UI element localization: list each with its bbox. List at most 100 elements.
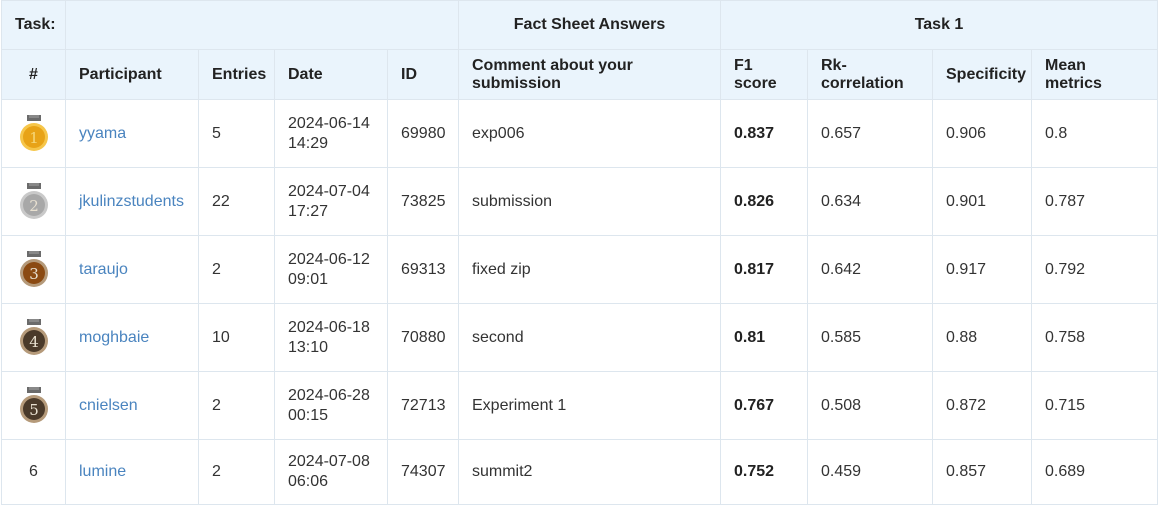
date-day: 2024-06-28 [288,386,370,404]
task1-group-header: Task 1 [720,0,1158,50]
col-mean-metrics[interactable]: Mean metrics [1031,49,1158,100]
specificity-cell: 0.906 [932,99,1032,168]
date-day: 2024-06-14 [288,114,370,132]
date-time: 09:01 [288,270,329,288]
rk-correlation-cell: 0.508 [807,371,933,440]
medal-icon: 4 [19,318,48,355]
rank-cell: 2 [1,167,66,236]
medal-icon: 3 [19,250,48,287]
date-time: 17:27 [288,202,329,220]
date-cell: 2024-06-18 13:10 [274,303,388,372]
specificity-cell: 0.872 [932,371,1032,440]
id-cell: 73825 [387,167,459,236]
participant-link[interactable]: taraujo [65,235,199,304]
f1-score-cell: 0.81 [720,303,808,372]
specificity-cell: 0.917 [932,235,1032,304]
comment-cell: submission [458,167,721,236]
date-time: 00:15 [288,406,329,424]
table-row: 2 jkulinzstudents 22 2024-07-04 17:27 73825 s… [1,167,1158,236]
comment-cell: exp006 [458,99,721,168]
specificity-cell: 0.88 [932,303,1032,372]
rank-cell: 3 [1,235,66,304]
leaderboard-table: Task: Fact Sheet Answers Task 1 # Partic… [1,0,1158,505]
col-f1-score[interactable]: F1 score [720,49,808,100]
rank-cell: 5 [1,371,66,440]
date-cell: 2024-06-28 00:15 [274,371,388,440]
table-row: 6 lumine 2 2024-07-08 06:06 74307 summit2 0.752… [1,439,1158,505]
rank-cell: 6 [1,439,66,505]
col-id[interactable]: ID [387,49,459,100]
col-rk-correlation[interactable]: Rk-correlation [807,49,933,100]
f1-score-cell: 0.817 [720,235,808,304]
id-cell: 69313 [387,235,459,304]
medal-icon: 2 [19,182,48,219]
specificity-cell: 0.857 [932,439,1032,505]
medal-icon: 5 [19,386,48,423]
date-cell: 2024-07-08 06:06 [274,439,388,505]
entries-cell: 2 [198,235,275,304]
svg-text:3: 3 [29,265,39,283]
mean-metrics-cell: 0.758 [1031,303,1158,372]
col-participant[interactable]: Participant [65,49,199,100]
rk-correlation-cell: 0.459 [807,439,933,505]
svg-text:4: 4 [29,333,39,351]
svg-text:5: 5 [29,401,39,419]
svg-text:2: 2 [29,197,39,215]
specificity-cell: 0.901 [932,167,1032,236]
task-label: Task: [1,0,66,50]
mean-metrics-cell: 0.787 [1031,167,1158,236]
col-specificity[interactable]: Specificity [932,49,1032,100]
svg-text:1: 1 [29,129,39,147]
table-row: 5 cnielsen 2 2024-06-28 00:15 72713 Experimen… [1,371,1158,440]
comment-cell: summit2 [458,439,721,505]
rank-cell: 4 [1,303,66,372]
date-day: 2024-06-12 [288,250,370,268]
f1-score-cell: 0.752 [720,439,808,505]
participant-link[interactable]: jkulinzstudents [65,167,199,236]
col-entries[interactable]: Entries [198,49,275,100]
f1-score-cell: 0.837 [720,99,808,168]
date-time: 14:29 [288,134,329,152]
f1-score-cell: 0.767 [720,371,808,440]
rank-cell: 1 [1,99,66,168]
date-day: 2024-06-18 [288,318,370,336]
rk-correlation-cell: 0.642 [807,235,933,304]
date-cell: 2024-06-14 14:29 [274,99,388,168]
participant-link[interactable]: yyama [65,99,199,168]
entries-cell: 22 [198,167,275,236]
header-spacer [65,0,459,50]
entries-cell: 2 [198,439,275,505]
comment-cell: Experiment 1 [458,371,721,440]
medal-icon: 1 [19,114,48,151]
rk-correlation-cell: 0.657 [807,99,933,168]
date-cell: 2024-07-04 17:27 [274,167,388,236]
col-comment[interactable]: Comment about your submission [458,49,721,100]
col-rank[interactable]: # [1,49,66,100]
date-time: 06:06 [288,473,329,490]
task-header-row: Task: Fact Sheet Answers Task 1 [1,0,1158,50]
participant-link[interactable]: moghbaie [65,303,199,372]
id-cell: 74307 [387,439,459,505]
date-cell: 2024-06-12 09:01 [274,235,388,304]
participant-link[interactable]: lumine [65,439,199,505]
column-header-row: # Participant Entries Date ID Comment ab… [1,49,1158,100]
comment-cell: second [458,303,721,372]
rk-correlation-cell: 0.585 [807,303,933,372]
participant-link[interactable]: cnielsen [65,371,199,440]
fact-sheet-group-header: Fact Sheet Answers [458,0,721,50]
id-cell: 70880 [387,303,459,372]
id-cell: 72713 [387,371,459,440]
entries-cell: 10 [198,303,275,372]
table-row: 3 taraujo 2 2024-06-12 09:01 69313 fixed zip 0… [1,235,1158,304]
rk-correlation-cell: 0.634 [807,167,933,236]
table-row: 1 yyama 5 2024-06-14 14:29 69980 exp006 0.837 0… [1,99,1158,168]
mean-metrics-cell: 0.8 [1031,99,1158,168]
comment-cell: fixed zip [458,235,721,304]
table-row: 4 moghbaie 10 2024-06-18 13:10 70880 second 0.… [1,303,1158,372]
date-time: 13:10 [288,338,329,356]
mean-metrics-cell: 0.792 [1031,235,1158,304]
entries-cell: 2 [198,371,275,440]
date-day: 2024-07-08 [288,453,370,470]
entries-cell: 5 [198,99,275,168]
col-date[interactable]: Date [274,49,388,100]
